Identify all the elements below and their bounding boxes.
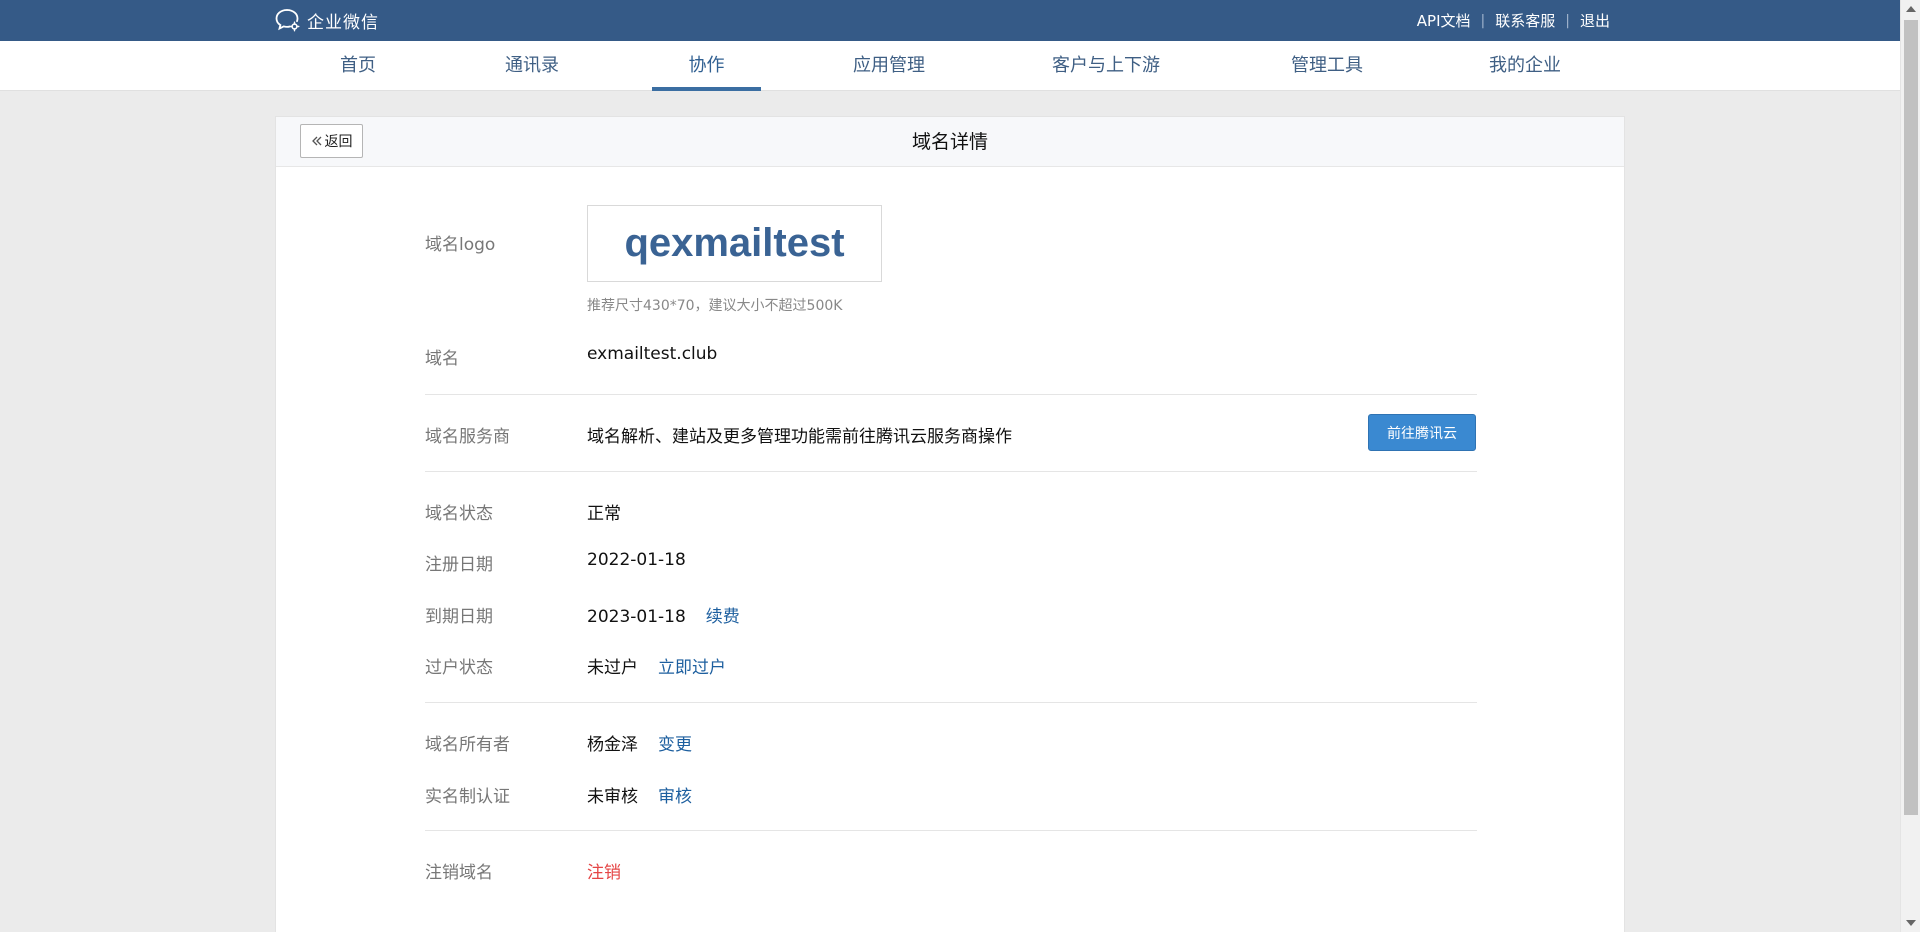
vertical-scrollbar[interactable] bbox=[1900, 0, 1920, 932]
owner-value: 杨金泽 变更 bbox=[587, 730, 692, 755]
brand-name: 企业微信 bbox=[307, 12, 379, 33]
scroll-up-arrow-icon[interactable] bbox=[1906, 6, 1916, 12]
api-docs-link[interactable]: API文档 bbox=[1417, 10, 1471, 31]
separator: | bbox=[1480, 12, 1486, 29]
change-owner-link[interactable]: 变更 bbox=[658, 735, 692, 755]
expire-date-label: 到期日期 bbox=[425, 607, 493, 627]
status-value: 正常 bbox=[587, 504, 621, 524]
provider-value: 域名解析、建站及更多管理功能需前往腾讯云服务商操作 bbox=[587, 427, 1012, 447]
nav-item-contacts[interactable]: 通讯录 bbox=[498, 41, 566, 91]
divider bbox=[425, 702, 1477, 703]
wework-logo-icon bbox=[275, 9, 300, 32]
support-link[interactable]: 联系客服 bbox=[1495, 10, 1555, 31]
renew-link[interactable]: 续费 bbox=[706, 607, 740, 627]
owner-label: 域名所有者 bbox=[425, 735, 510, 755]
logo-hint: 推荐尺寸430*70，建议大小不超过500K bbox=[587, 298, 843, 314]
transfer-value: 未过户 立即过户 bbox=[587, 653, 726, 678]
scroll-thumb[interactable] bbox=[1904, 20, 1918, 815]
expire-date-value: 2023-01-18 续费 bbox=[587, 602, 740, 627]
top-links: API文档 | 联系客服 | 退出 bbox=[1417, 10, 1610, 31]
realname-label: 实名制认证 bbox=[425, 787, 510, 807]
owner-name: 杨金泽 bbox=[587, 735, 638, 755]
transfer-label: 过户状态 bbox=[425, 658, 493, 678]
transfer-now-link[interactable]: 立即过户 bbox=[658, 658, 726, 678]
status-label: 域名状态 bbox=[425, 504, 493, 524]
transfer-status: 未过户 bbox=[587, 658, 638, 678]
cancel-label: 注销域名 bbox=[425, 863, 493, 883]
top-bar: 企业微信 API文档 | 联系客服 | 退出 bbox=[0, 0, 1900, 41]
nav-item-home[interactable]: 首页 bbox=[330, 41, 386, 91]
domain-logo[interactable]: qexmailtest bbox=[587, 205, 882, 282]
verify-link[interactable]: 审核 bbox=[658, 787, 692, 807]
panel-header: 返回 域名详情 bbox=[276, 117, 1624, 167]
domain-name-value: exmailtest.club bbox=[587, 344, 718, 364]
nav-item-my-company[interactable]: 我的企业 bbox=[1485, 41, 1565, 91]
expire-date-text: 2023-01-18 bbox=[587, 607, 686, 627]
goto-tencent-cloud-button[interactable]: 前往腾讯云 bbox=[1368, 414, 1476, 451]
page-title: 域名详情 bbox=[911, 131, 988, 153]
scroll-down-arrow-icon[interactable] bbox=[1906, 920, 1916, 926]
logo-label: 域名logo bbox=[425, 235, 496, 255]
logo-text: qexmailtest bbox=[624, 221, 845, 265]
brand[interactable]: 企业微信 bbox=[275, 8, 379, 33]
divider bbox=[425, 394, 1477, 395]
register-date-label: 注册日期 bbox=[425, 555, 493, 575]
separator: | bbox=[1565, 12, 1570, 29]
nav-item-admin-tools[interactable]: 管理工具 bbox=[1283, 41, 1371, 91]
domain-detail-panel: 返回 域名详情 域名logo qexmailtest 推荐尺寸430*70，建议… bbox=[275, 116, 1625, 932]
realname-value: 未审核 审核 bbox=[587, 782, 692, 807]
divider bbox=[425, 830, 1477, 831]
cancel-domain-link[interactable]: 注销 bbox=[587, 858, 621, 883]
register-date-value: 2022-01-18 bbox=[587, 550, 686, 570]
nav-item-collaboration[interactable]: 协作 bbox=[652, 41, 761, 91]
divider bbox=[425, 471, 1477, 472]
nav-item-customers[interactable]: 客户与上下游 bbox=[1047, 41, 1165, 91]
provider-label: 域名服务商 bbox=[425, 427, 510, 447]
logout-link[interactable]: 退出 bbox=[1580, 10, 1610, 31]
main-nav: 首页 通讯录 协作 应用管理 客户与上下游 管理工具 我的企业 bbox=[0, 41, 1900, 91]
nav-item-app-management[interactable]: 应用管理 bbox=[845, 41, 933, 91]
domain-name-label: 域名 bbox=[425, 349, 459, 369]
realname-status: 未审核 bbox=[587, 787, 638, 807]
